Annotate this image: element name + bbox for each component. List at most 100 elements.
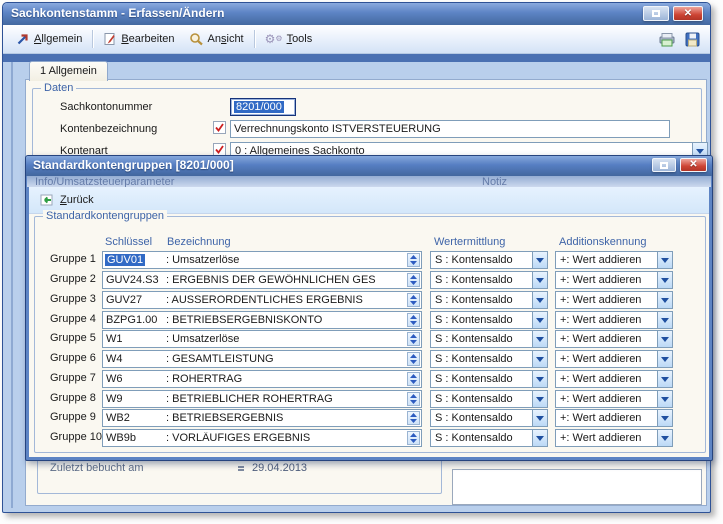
toolbar-right-group bbox=[659, 32, 704, 47]
spinner-control[interactable] bbox=[407, 293, 420, 307]
dialog-titlebar[interactable]: Standardkontengruppen [8201/000] ✕ bbox=[26, 156, 712, 176]
wertermittlung-select[interactable]: S : Kontensaldo bbox=[430, 330, 548, 348]
chevron-down-icon bbox=[536, 377, 544, 386]
dropdown-button[interactable] bbox=[657, 391, 672, 407]
chevron-down-icon bbox=[536, 436, 544, 445]
dropdown-button[interactable] bbox=[657, 272, 672, 288]
schluessel-field[interactable]: W4 : GESAMTLEISTUNG bbox=[102, 350, 422, 368]
additionskennung-select[interactable]: +: Wert addieren bbox=[555, 330, 673, 348]
row-label: Gruppe 10 bbox=[50, 431, 102, 443]
bezeichnung-value: : ERGEBNIS DER GEWÖHNLICHEN GES bbox=[166, 274, 405, 286]
wertermittlung-select[interactable]: S : Kontensaldo bbox=[430, 390, 548, 408]
tab-allgemein[interactable]: 1 Allgemein bbox=[29, 61, 108, 81]
schluessel-field[interactable]: GUV24.S3 : ERGEBNIS DER GEWÖHNLICHEN GES bbox=[102, 271, 422, 289]
schluessel-field[interactable]: W6 : ROHERTRAG bbox=[102, 370, 422, 388]
dropdown-button[interactable] bbox=[657, 252, 672, 268]
row-label: Gruppe 6 bbox=[50, 352, 96, 364]
dropdown-button[interactable] bbox=[532, 351, 547, 367]
schluessel-field[interactable]: WB2 : BETRIEBSERGEBNIS bbox=[102, 409, 422, 427]
toolbar-separator bbox=[92, 30, 93, 48]
dropdown-button[interactable] bbox=[532, 312, 547, 328]
dropdown-button[interactable] bbox=[532, 371, 547, 387]
schluessel-field[interactable]: GUV27 : AUSSERORDENTLICHES ERGEBNIS bbox=[102, 291, 422, 309]
dropdown-button[interactable] bbox=[532, 292, 547, 308]
schluessel-field[interactable]: W9 : BETRIEBLICHER ROHERTRAG bbox=[102, 390, 422, 408]
dialog-close-button[interactable]: ✕ bbox=[680, 158, 707, 172]
zurueck-button[interactable]: Zurück bbox=[34, 191, 100, 209]
dropdown-button[interactable] bbox=[657, 410, 672, 426]
chevron-down-icon bbox=[536, 278, 544, 287]
row-label: Gruppe 2 bbox=[50, 273, 96, 285]
menu-ansicht[interactable]: Ansicht bbox=[182, 30, 251, 48]
additionskennung-select[interactable]: +: Wert addieren bbox=[555, 271, 673, 289]
spinner-control[interactable] bbox=[407, 392, 420, 406]
dropdown-button[interactable] bbox=[657, 430, 672, 446]
spinner-control[interactable] bbox=[407, 431, 420, 445]
dropdown-button[interactable] bbox=[657, 312, 672, 328]
check-toggle[interactable] bbox=[213, 121, 226, 134]
wertermittlung-select[interactable]: S : Kontensaldo bbox=[430, 370, 548, 388]
spinner-control[interactable] bbox=[407, 411, 420, 425]
column-header-wertermittlung: Wertermittlung bbox=[434, 236, 505, 248]
menu-allgemein[interactable]: Allgemein bbox=[9, 30, 89, 48]
additionskennung-select[interactable]: +: Wert addieren bbox=[555, 370, 673, 388]
magnifier-icon bbox=[189, 32, 204, 46]
wertermittlung-select[interactable]: S : Kontensaldo bbox=[430, 350, 548, 368]
dropdown-button[interactable] bbox=[532, 410, 547, 426]
spinner-control[interactable] bbox=[407, 332, 420, 346]
schluessel-value: GUV01 bbox=[105, 254, 145, 266]
spinner-control[interactable] bbox=[407, 352, 420, 366]
main-titlebar[interactable]: Sachkontenstamm - Erfassen/Ändern ✕ bbox=[3, 3, 710, 25]
dropdown-button[interactable] bbox=[532, 391, 547, 407]
schluessel-field[interactable]: W1 : Umsatzerlöse bbox=[102, 330, 422, 348]
wertermittlung-select[interactable]: S : Kontensaldo bbox=[430, 291, 548, 309]
dropdown-button[interactable] bbox=[657, 331, 672, 347]
wertermittlung-select[interactable]: S : Kontensaldo bbox=[430, 271, 548, 289]
dropdown-button[interactable] bbox=[657, 371, 672, 387]
print-button[interactable] bbox=[659, 32, 675, 47]
notiz-textarea[interactable] bbox=[452, 469, 702, 505]
additionskennung-select[interactable]: +: Wert addieren bbox=[555, 409, 673, 427]
sachkontonummer-field[interactable]: 8201/000 bbox=[230, 98, 296, 116]
spinner-control[interactable] bbox=[407, 313, 420, 327]
additionskennung-select[interactable]: +: Wert addieren bbox=[555, 429, 673, 447]
wertermittlung-select[interactable]: S : Kontensaldo bbox=[430, 251, 548, 269]
close-button[interactable]: ✕ bbox=[673, 6, 703, 21]
sachkontonummer-label: Sachkontonummer bbox=[60, 101, 152, 113]
menu-tools[interactable]: ⚙⚙ Tools bbox=[258, 31, 320, 47]
dialog-window-controls: ✕ bbox=[652, 158, 707, 172]
table-row: Gruppe 10 WB9b : VORLÄUFIGES ERGEBNIS S … bbox=[35, 429, 705, 447]
close-icon: ✕ bbox=[689, 160, 697, 170]
dropdown-button[interactable] bbox=[657, 351, 672, 367]
dropdown-button[interactable] bbox=[532, 252, 547, 268]
dropdown-button[interactable] bbox=[657, 292, 672, 308]
table-row: Gruppe 6 W4 : GESAMTLEISTUNG S : Kontens… bbox=[35, 350, 705, 368]
wertermittlung-select[interactable]: S : Kontensaldo bbox=[430, 409, 548, 427]
additionskennung-select[interactable]: +: Wert addieren bbox=[555, 251, 673, 269]
dialog-restore-button[interactable] bbox=[652, 158, 676, 172]
additionskennung-select[interactable]: +: Wert addieren bbox=[555, 291, 673, 309]
arrow-upright-icon bbox=[16, 32, 30, 46]
schluessel-field[interactable]: BZPG1.00 : BETRIEBSERGEBNISKONTO bbox=[102, 311, 422, 329]
additionskennung-select[interactable]: +: Wert addieren bbox=[555, 350, 673, 368]
additionskennung-select[interactable]: +: Wert addieren bbox=[555, 390, 673, 408]
wertermittlung-select[interactable]: S : Kontensaldo bbox=[430, 429, 548, 447]
schluessel-field[interactable]: GUV01 : Umsatzerlöse bbox=[102, 251, 422, 269]
spinner-control[interactable] bbox=[407, 253, 420, 267]
row-label: Gruppe 4 bbox=[50, 313, 96, 325]
wertermittlung-select[interactable]: S : Kontensaldo bbox=[430, 311, 548, 329]
daten-group-label: Daten bbox=[41, 82, 76, 95]
table-row: Gruppe 1 GUV01 : Umsatzerlöse S : Konten… bbox=[35, 251, 705, 269]
dropdown-button[interactable] bbox=[532, 272, 547, 288]
schluessel-value: GUV24.S3 bbox=[106, 274, 159, 286]
dropdown-button[interactable] bbox=[532, 430, 547, 446]
restore-button[interactable] bbox=[643, 6, 669, 21]
kontenbezeichnung-field[interactable]: Verrechnungskonto ISTVERSTEUERUNG bbox=[230, 120, 670, 138]
schluessel-field[interactable]: WB9b : VORLÄUFIGES ERGEBNIS bbox=[102, 429, 422, 447]
spinner-control[interactable] bbox=[407, 273, 420, 287]
dropdown-button[interactable] bbox=[532, 331, 547, 347]
save-button[interactable] bbox=[685, 32, 700, 47]
spinner-control[interactable] bbox=[407, 372, 420, 386]
menu-bearbeiten[interactable]: Bearbeiten bbox=[96, 30, 181, 48]
additionskennung-select[interactable]: +: Wert addieren bbox=[555, 311, 673, 329]
